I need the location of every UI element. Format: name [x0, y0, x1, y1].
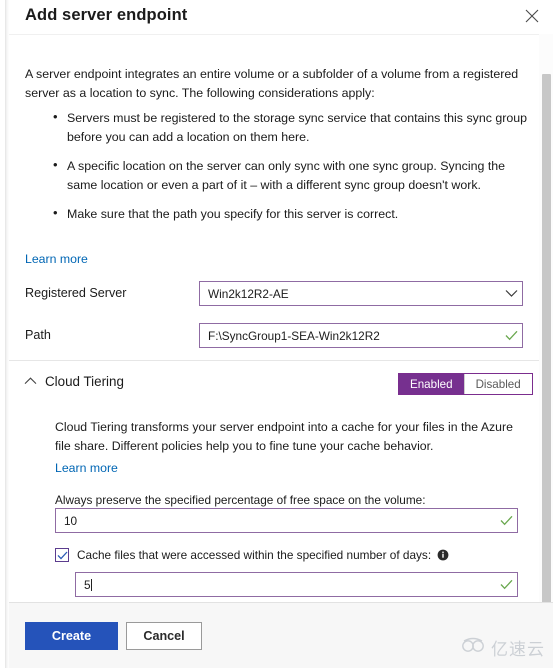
add-server-endpoint-dialog: Add server endpoint A server endpoint in…: [0, 0, 553, 668]
cache-days-value-wrap: 5: [76, 578, 495, 592]
cache-days-input[interactable]: 5: [75, 572, 518, 597]
cloud-tiering-section-header[interactable]: Cloud Tiering: [21, 372, 124, 390]
registered-server-label: Registered Server: [25, 286, 127, 300]
cloud-tiering-description: Cloud Tiering transforms your server end…: [55, 420, 513, 453]
registered-server-select[interactable]: Win2k12R2-AE: [199, 281, 523, 306]
checkmark-icon: [495, 515, 517, 526]
path-value: F:\SyncGroup1-SEA-Win2k12R2: [208, 328, 380, 343]
path-input[interactable]: F:\SyncGroup1-SEA-Win2k12R2: [199, 323, 523, 348]
intro-paragraph: A server endpoint integrates an entire v…: [25, 67, 519, 100]
checkmark-icon: [57, 551, 67, 560]
page-title: Add server endpoint: [25, 6, 188, 24]
list-item: Servers must be registered to the storag…: [53, 108, 531, 146]
cloud-tiering-toggle[interactable]: Enabled Disabled: [398, 373, 533, 395]
cache-days-checkbox[interactable]: [55, 548, 69, 562]
checkmark-icon: [495, 579, 517, 590]
toggle-option-disabled[interactable]: Disabled: [463, 374, 532, 394]
dialog-header: Add server endpoint: [9, 0, 553, 34]
free-space-input[interactable]: 10: [55, 508, 518, 533]
scrollbar-track[interactable]: [539, 34, 553, 634]
cache-days-checkbox-row[interactable]: Cache files that were accessed within th…: [55, 548, 449, 562]
chevron-down-icon: [500, 289, 522, 298]
text-cursor: [90, 578, 92, 591]
free-space-label: Always preserve the specified percentage…: [55, 493, 426, 507]
info-icon[interactable]: [437, 549, 449, 561]
dialog-body: A server endpoint integrates an entire v…: [9, 34, 553, 602]
chevron-up-icon: [21, 372, 39, 390]
toggle-option-enabled[interactable]: Enabled: [399, 374, 464, 394]
section-divider: [9, 360, 539, 361]
considerations-list: Servers must be registered to the storag…: [45, 108, 531, 235]
checkmark-icon: [500, 330, 522, 341]
path-label: Path: [25, 328, 51, 342]
learn-more-link-top[interactable]: Learn more: [25, 252, 88, 266]
list-item: A specific location on the server can on…: [53, 156, 531, 194]
cloud-tiering-title: Cloud Tiering: [45, 373, 124, 389]
free-space-value: 10: [64, 513, 78, 528]
registered-server-value: Win2k12R2-AE: [208, 286, 289, 301]
scrollbar-thumb[interactable]: [542, 74, 551, 634]
close-icon[interactable]: [519, 4, 545, 28]
cache-days-label: Cache files that were accessed within th…: [77, 548, 432, 562]
learn-more-link-tiering[interactable]: Learn more: [55, 461, 118, 475]
create-button[interactable]: Create: [25, 622, 118, 650]
cancel-button[interactable]: Cancel: [126, 622, 202, 650]
dialog-footer: Create Cancel: [9, 602, 553, 668]
list-item: Make sure that the path you specify for …: [53, 204, 531, 224]
